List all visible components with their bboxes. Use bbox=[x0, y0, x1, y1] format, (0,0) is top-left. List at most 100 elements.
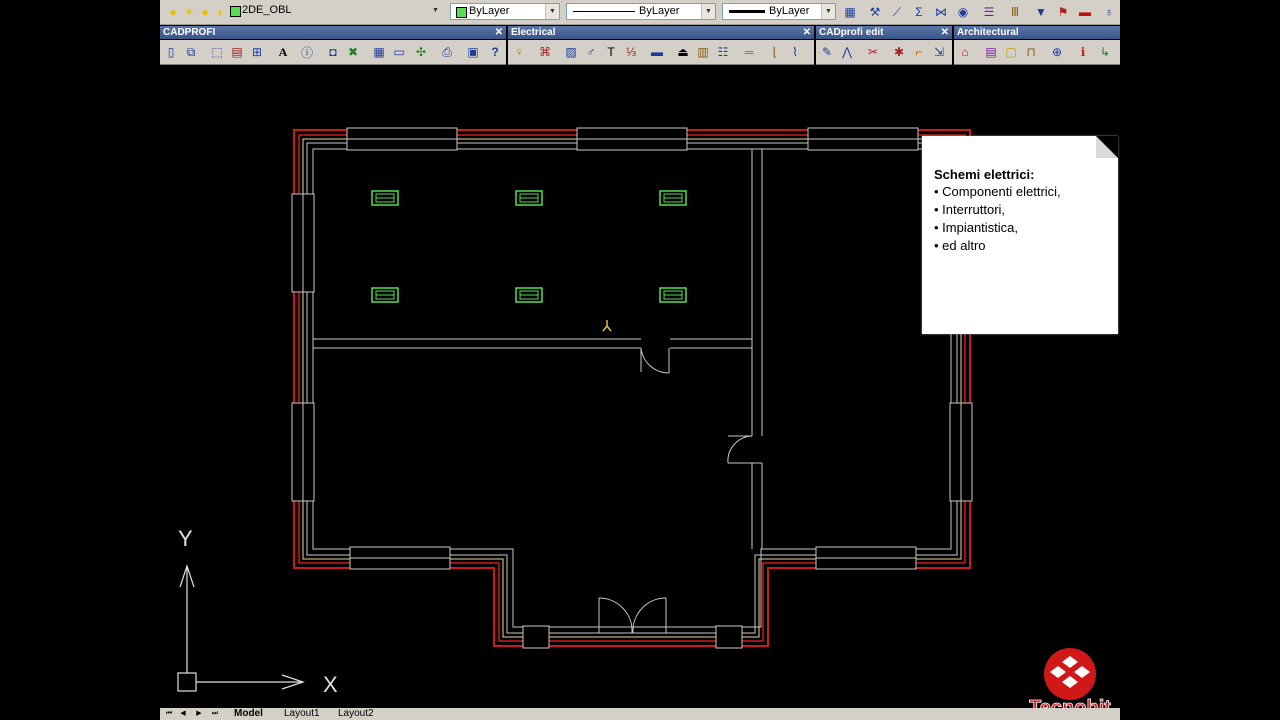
electrical-socket[interactable] bbox=[602, 320, 612, 332]
layout-tab-bar: ⏮ ◀ ▶ ⏭ Model Layout1 Layout2 bbox=[160, 708, 1120, 720]
print-icon[interactable]: ⎙ bbox=[438, 43, 456, 61]
target-icon[interactable]: ◉ bbox=[954, 3, 972, 21]
list-icon[interactable]: ☰ bbox=[980, 3, 998, 21]
tab-model[interactable]: Model bbox=[234, 708, 263, 720]
lamp-symbol[interactable] bbox=[659, 287, 687, 303]
furniture-icon[interactable]: ⊓ bbox=[1022, 43, 1040, 61]
chevron-down-icon: ▼ bbox=[821, 4, 835, 19]
layers-icon[interactable]: ⬚ bbox=[208, 43, 226, 61]
copy-icon[interactable]: ⧉ bbox=[182, 43, 200, 61]
info-icon[interactable]: ℹ bbox=[1074, 43, 1092, 61]
layer-color-swatch bbox=[230, 6, 241, 17]
window-left-1 bbox=[291, 193, 315, 293]
close-icon[interactable]: ✕ bbox=[941, 26, 949, 39]
cable-icon[interactable]: ⅓ bbox=[622, 43, 640, 61]
cadprofi-edit-title-text: CADprofi edit bbox=[819, 27, 884, 38]
radiator-icon[interactable]: Ⅲ bbox=[1006, 3, 1024, 21]
door-interior-1 bbox=[640, 347, 670, 374]
connect-icon[interactable]: ⌇ bbox=[786, 43, 804, 61]
house-icon[interactable]: ⌂ bbox=[956, 43, 974, 61]
stretch-icon[interactable]: ⇲ bbox=[930, 43, 948, 61]
legend-icon[interactable]: ☷ bbox=[714, 43, 732, 61]
schematic-icon[interactable]: ▨ bbox=[562, 43, 580, 61]
network-icon[interactable]: ✣ bbox=[412, 43, 430, 61]
cad-application: ● ☀ ● ◐ 2DE_OBL ▼ ByLayer ▼ ByLayer ▼ By… bbox=[160, 0, 1120, 720]
socket-icon[interactable]: ♂ bbox=[582, 43, 600, 61]
terminal-icon[interactable]: T bbox=[602, 43, 620, 61]
ruler-icon[interactable]: ═ bbox=[740, 43, 758, 61]
window-bottom-3 bbox=[522, 625, 550, 649]
lamp-symbol[interactable] bbox=[371, 287, 399, 303]
close-icon[interactable]: ✕ bbox=[495, 26, 503, 39]
info-circle-icon[interactable]: ⓘ bbox=[298, 43, 316, 61]
plot-style-icon[interactable]: ▦ bbox=[841, 3, 859, 21]
linetype-combo[interactable]: ByLayer ▼ bbox=[566, 3, 716, 20]
chevron-down-icon: ▼ bbox=[701, 4, 715, 19]
lamp-symbol[interactable] bbox=[371, 190, 399, 206]
layer-combo[interactable]: 2DE_OBL bbox=[162, 3, 442, 20]
wall-icon[interactable]: ▤ bbox=[982, 43, 1000, 61]
battery-icon[interactable]: ▬ bbox=[1076, 3, 1094, 21]
stairs-icon[interactable]: ⟋ bbox=[888, 3, 906, 21]
fixture-icon[interactable]: ⏏ bbox=[674, 43, 692, 61]
mirror-icon[interactable]: ⋀ bbox=[838, 43, 856, 61]
valve-icon[interactable]: ⋈ bbox=[932, 3, 950, 21]
cadprofi-title-text: CADPROFI bbox=[163, 27, 216, 38]
pipe-icon[interactable]: ⚒ bbox=[866, 3, 884, 21]
last-tab-icon[interactable]: ⏭ bbox=[210, 709, 220, 719]
lamp-icon[interactable]: ♀ bbox=[510, 43, 528, 61]
first-tab-icon[interactable]: ⏮ bbox=[164, 709, 174, 719]
text-icon[interactable]: A bbox=[274, 43, 292, 61]
prev-tab-icon[interactable]: ◀ bbox=[178, 709, 188, 719]
window-right-1 bbox=[949, 402, 973, 502]
bulb-icon[interactable]: ♁ bbox=[1100, 3, 1118, 21]
table-icon[interactable]: ▤ bbox=[228, 43, 246, 61]
trim-icon[interactable]: ✂ bbox=[864, 43, 882, 61]
electrical-toolbar-title: Electrical ✕ bbox=[508, 26, 814, 39]
help-book-icon[interactable]: ▣ bbox=[464, 43, 482, 61]
tool-icon[interactable]: ⚑ bbox=[1054, 3, 1072, 21]
window-bottom-1 bbox=[349, 546, 451, 570]
explode-icon[interactable]: ✱ bbox=[890, 43, 908, 61]
callout-note: Schemi elettrici: • Componenti elettrici… bbox=[922, 136, 1118, 334]
window-icon[interactable]: ▢ bbox=[1002, 43, 1020, 61]
lamp-symbol[interactable] bbox=[659, 190, 687, 206]
block-icon[interactable]: ◘ bbox=[324, 43, 342, 61]
switch-icon[interactable]: ⌘ bbox=[536, 43, 554, 61]
compass-icon[interactable]: ⊕ bbox=[1048, 43, 1066, 61]
edit-pen-icon[interactable]: ✎ bbox=[818, 43, 836, 61]
tab-layout2[interactable]: Layout2 bbox=[338, 708, 374, 720]
lineweight-combo[interactable]: ByLayer ▼ bbox=[722, 3, 836, 20]
close-icon[interactable]: ✕ bbox=[803, 26, 811, 39]
tab-layout1[interactable]: Layout1 bbox=[284, 708, 320, 720]
entrance-double-door bbox=[598, 597, 667, 634]
cadprofi-toolbar-title: CADPROFI ✕ bbox=[160, 26, 506, 39]
cabinet-icon[interactable]: ▥ bbox=[694, 43, 712, 61]
corner-icon[interactable]: ⌐ bbox=[910, 43, 928, 61]
page-fold-icon bbox=[1096, 136, 1118, 158]
sigma-icon[interactable]: Σ bbox=[910, 3, 928, 21]
tree-icon[interactable]: ⊞ bbox=[248, 43, 266, 61]
panel-icon[interactable]: ▬ bbox=[648, 43, 666, 61]
bend-icon[interactable]: ⌊ bbox=[766, 43, 784, 61]
cadprofi-toolbar: ▯ ⧉ ⬚ ▤ ⊞ A ⓘ ◘ ✖ ▦ ▭ ✣ ⎙ ▣ ? bbox=[160, 40, 506, 65]
grid-icon[interactable]: ▦ bbox=[370, 43, 388, 61]
funnel-icon[interactable]: ▼ bbox=[1032, 3, 1050, 21]
frame-icon[interactable]: ▭ bbox=[390, 43, 408, 61]
next-tab-icon[interactable]: ▶ bbox=[194, 709, 204, 719]
color-combo[interactable]: ByLayer ▼ bbox=[450, 3, 560, 20]
lamp-symbol[interactable] bbox=[515, 190, 543, 206]
cadprofi-edit-toolbar: ✎ ⋀ ✂ ✱ ⌐ ⇲ bbox=[816, 40, 952, 65]
window-top-1 bbox=[346, 127, 458, 151]
callout-title: Schemi elettrici: bbox=[934, 167, 1035, 182]
lamp-symbol[interactable] bbox=[515, 287, 543, 303]
new-icon[interactable]: ▯ bbox=[162, 43, 180, 61]
excel-icon[interactable]: ✖ bbox=[344, 43, 362, 61]
arrow-icon[interactable]: ↳ bbox=[1096, 43, 1114, 61]
help-icon[interactable]: ? bbox=[486, 43, 504, 61]
cadprofi-edit-toolbar-title: CADprofi edit ✕ bbox=[816, 26, 952, 39]
callout-item: • Interruttori, bbox=[934, 202, 1006, 217]
door-interior-2 bbox=[727, 435, 762, 464]
window-left-2 bbox=[291, 402, 315, 502]
callout-item: • Impiantistica, bbox=[934, 220, 1019, 235]
